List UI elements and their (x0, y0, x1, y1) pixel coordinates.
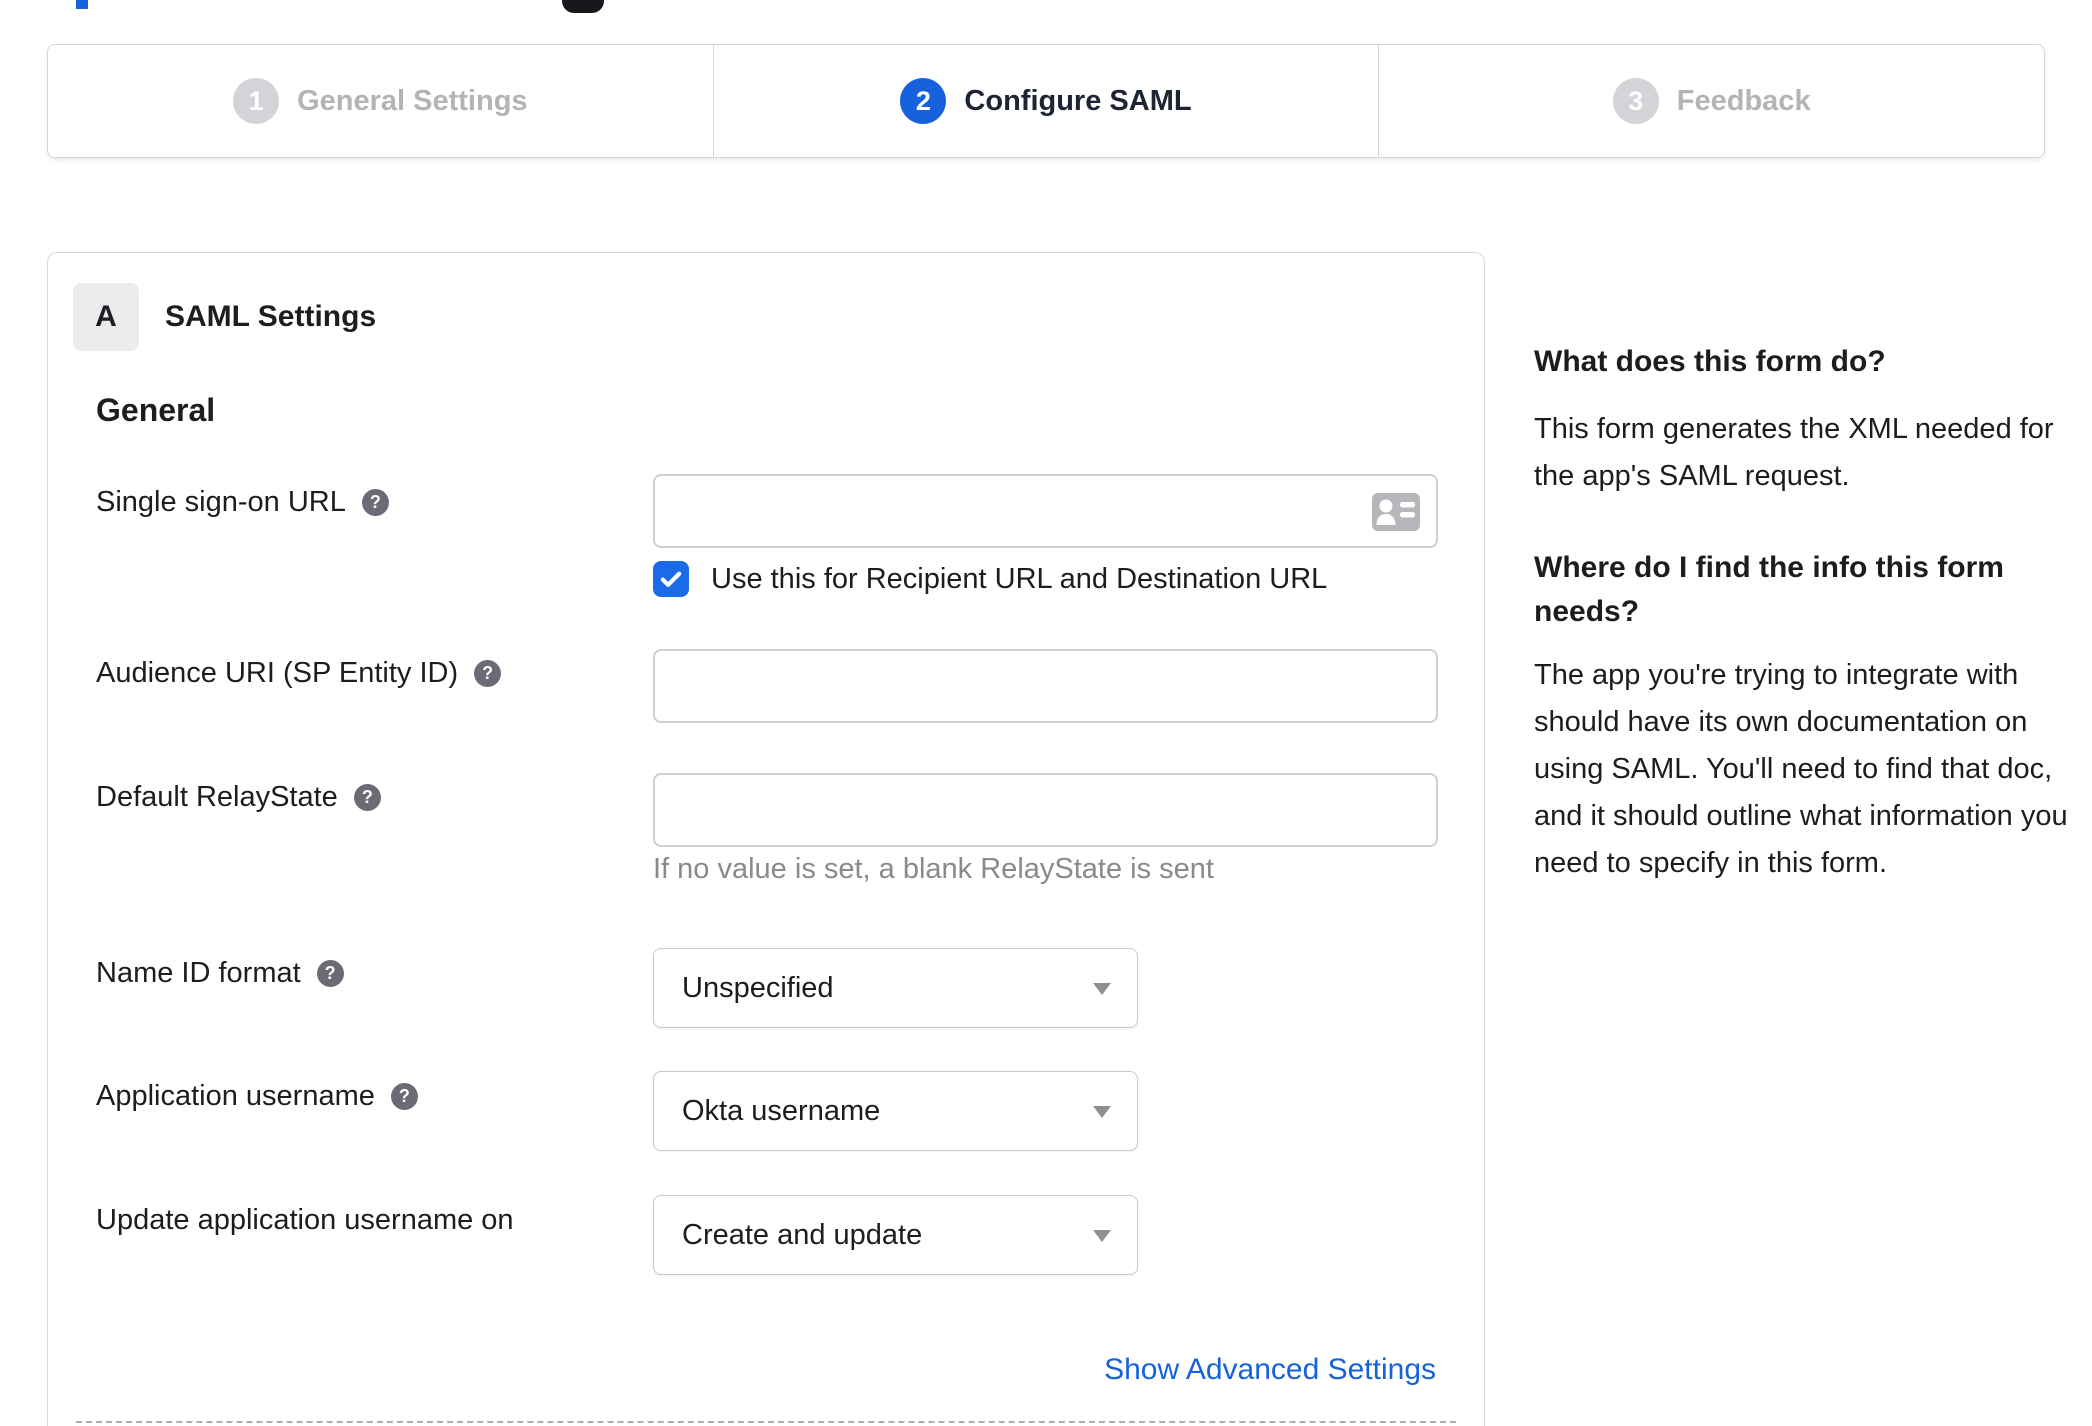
step-1-label: General Settings (297, 84, 528, 117)
step-3-label: Feedback (1676, 84, 1811, 117)
relay-state-hint: If no value is set, a blank RelayState i… (653, 853, 1214, 885)
step-2-label: Configure SAML (964, 84, 1192, 117)
app-username-label: Application username (96, 1080, 375, 1112)
app-username-label-row: Application username ? (96, 1080, 418, 1113)
cutoff-dark-fragment (562, 0, 604, 13)
app-username-select[interactable]: Okta username (653, 1071, 1138, 1151)
audience-uri-field-wrap (653, 649, 1438, 723)
checkmark-icon (660, 571, 682, 587)
help-sidebar: What does this form do? This form genera… (1534, 328, 2092, 887)
recipient-url-checkbox[interactable] (653, 561, 689, 597)
audience-uri-label: Audience URI (SP Entity ID) (96, 657, 459, 689)
audience-uri-label-row: Audience URI (SP Entity ID) ? (96, 657, 502, 690)
sso-url-label-row: Single sign-on URL ? (96, 486, 389, 519)
step-2-number-badge: 2 (900, 78, 947, 124)
section-title: SAML Settings (165, 300, 377, 333)
cutoff-blue-fragment (76, 0, 88, 9)
name-id-format-label-row: Name ID format ? (96, 957, 344, 990)
show-advanced-settings-link[interactable]: Show Advanced Settings (1104, 1353, 1436, 1387)
audience-uri-input[interactable] (653, 649, 1438, 723)
relay-state-label: Default RelayState (96, 781, 338, 813)
step-1-number-badge: 1 (233, 78, 280, 124)
sso-url-field-wrap (653, 474, 1438, 548)
update-username-select[interactable]: Create and update (653, 1195, 1138, 1275)
help-heading-1: What does this form do? (1534, 345, 1886, 378)
app-username-help-icon[interactable]: ? (390, 1083, 418, 1110)
step-3-number-badge: 3 (1612, 78, 1659, 124)
name-id-format-select[interactable]: Unspecified (653, 948, 1138, 1028)
sso-url-help-icon[interactable]: ? (361, 489, 389, 516)
saml-settings-panel: A SAML Settings General Single sign-on U… (47, 252, 1485, 1426)
step-feedback[interactable]: 3 Feedback (1378, 45, 2044, 157)
recipient-url-checkbox-label: Use this for Recipient URL and Destinati… (711, 562, 1328, 595)
relay-state-input[interactable] (653, 773, 1438, 847)
audience-uri-help-icon[interactable]: ? (474, 660, 502, 687)
section-a-badge: A (73, 283, 139, 351)
chevron-down-icon (1093, 983, 1111, 995)
relay-state-field-wrap (653, 773, 1438, 847)
name-id-format-value: Unspecified (682, 971, 834, 1004)
help-heading-2: Where do I find the info this form needs… (1534, 551, 2004, 628)
update-username-value: Create and update (682, 1218, 923, 1251)
general-group-title: General (96, 392, 216, 428)
update-username-label: Update application username on (96, 1204, 514, 1236)
advanced-settings-divider (76, 1421, 1456, 1423)
wizard-stepper: 1 General Settings 2 Configure SAML 3 Fe… (47, 44, 2045, 158)
sso-url-label: Single sign-on URL (96, 486, 346, 518)
help-body-2: The app you're trying to integrate with … (1534, 659, 2068, 879)
update-username-label-row: Update application username on (96, 1204, 514, 1237)
relay-state-label-row: Default RelayState ? (96, 781, 381, 814)
step-configure-saml[interactable]: 2 Configure SAML (712, 45, 1379, 157)
saml-setup-page: 1 General Settings 2 Configure SAML 3 Fe… (0, 0, 2092, 1426)
chevron-down-icon (1093, 1106, 1111, 1118)
app-username-value: Okta username (682, 1094, 881, 1127)
name-id-format-help-icon[interactable]: ? (316, 960, 344, 987)
help-body-1: This form generates the XML needed for t… (1534, 413, 2054, 492)
step-general-settings[interactable]: 1 General Settings (48, 45, 713, 157)
contact-card-icon[interactable] (1372, 493, 1420, 531)
chevron-down-icon (1093, 1230, 1111, 1242)
name-id-format-label: Name ID format (96, 957, 301, 989)
sso-url-input[interactable] (653, 474, 1438, 548)
relay-state-help-icon[interactable]: ? (353, 784, 381, 811)
